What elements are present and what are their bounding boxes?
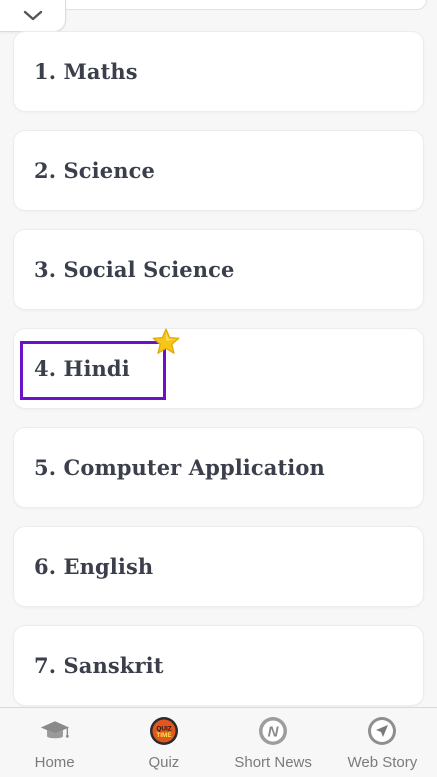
svg-text:TIME: TIME [156, 732, 172, 739]
collapse-button[interactable] [0, 0, 66, 32]
subject-label: 1. Maths [34, 59, 138, 84]
bottom-nav: Home QUIZ TIME Quiz N Short News Web Sto… [0, 707, 437, 777]
subject-card-hindi[interactable]: 4. Hindi [13, 328, 424, 409]
chevron-down-icon [23, 10, 42, 20]
subject-card-maths[interactable]: 1. Maths [13, 31, 424, 112]
nav-short-news[interactable]: N Short News [219, 708, 328, 777]
subject-label: 3. Social Science [34, 257, 235, 282]
subject-list: 1. Maths 2. Science 3. Social Science 4.… [13, 31, 424, 724]
subject-label: 7. Sanskrit [34, 653, 164, 678]
news-icon: N [258, 716, 288, 746]
paper-plane-icon [367, 716, 397, 746]
subject-card-social-science[interactable]: 3. Social Science [13, 229, 424, 310]
nav-home-label: Home [34, 754, 75, 771]
nav-quiz-label: Quiz [148, 754, 180, 771]
subject-label: 4. Hindi [34, 356, 130, 381]
subject-label: 5. Computer Application [34, 455, 325, 480]
svg-text:N: N [268, 724, 280, 741]
subject-card-english[interactable]: 6. English [13, 526, 424, 607]
star-icon [152, 328, 180, 354]
nav-quiz[interactable]: QUIZ TIME Quiz [109, 708, 218, 777]
subject-card-sanskrit[interactable]: 7. Sanskrit [13, 625, 424, 706]
nav-web-story[interactable]: Web Story [328, 708, 437, 777]
subject-label: 2. Science [34, 158, 155, 183]
subject-card-computer-application[interactable]: 5. Computer Application [13, 427, 424, 508]
subject-card-science[interactable]: 2. Science [13, 130, 424, 211]
nav-short-news-label: Short News [234, 754, 312, 771]
quiz-time-icon: QUIZ TIME [149, 716, 179, 746]
previous-card-edge [60, 0, 427, 10]
subject-label: 6. English [34, 554, 154, 579]
graduation-cap-icon [40, 716, 70, 746]
nav-home[interactable]: Home [0, 708, 109, 777]
nav-web-story-label: Web Story [347, 754, 418, 771]
